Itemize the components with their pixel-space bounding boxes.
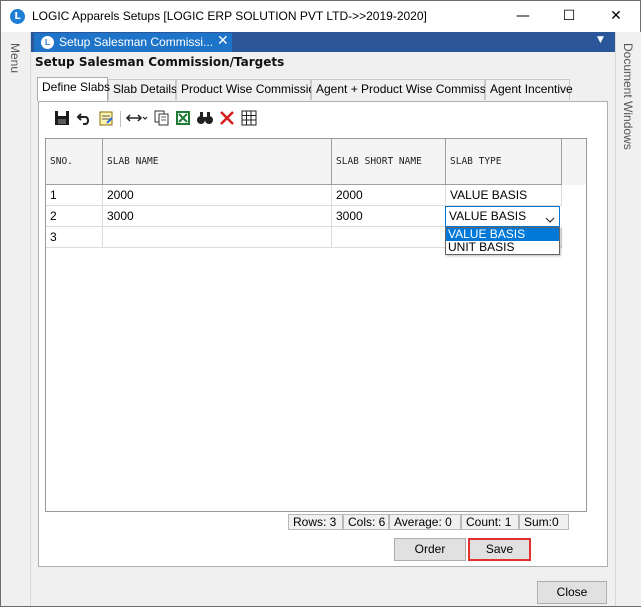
cell-slab-name[interactable] xyxy=(103,227,332,248)
cell-sno[interactable]: 3 xyxy=(46,227,103,248)
column-header-slab-name[interactable]: SLAB NAME xyxy=(103,139,332,185)
tab-define-slabs[interactable]: Define Slabs xyxy=(37,77,110,101)
slab-type-dropdown-list[interactable]: VALUE BASIS UNIT BASIS xyxy=(445,227,560,255)
table-row[interactable]: 1 2000 2000 VALUE BASIS xyxy=(46,185,586,206)
window-title: LOGIC Apparels Setups [LOGIC ERP SOLUTIO… xyxy=(32,9,427,23)
grid-icon[interactable] xyxy=(240,109,260,129)
status-sum: Sum:0 xyxy=(519,514,569,530)
minimize-button[interactable]: — xyxy=(500,1,546,32)
main-window: L LOGIC Apparels Setups [LOGIC ERP SOLUT… xyxy=(0,0,641,607)
doc-tab-logo-icon: L xyxy=(41,36,54,49)
toolbar xyxy=(45,109,275,131)
order-button[interactable]: Order xyxy=(394,538,466,561)
notes-icon[interactable] xyxy=(97,109,117,129)
status-average: Average: 0 xyxy=(389,514,461,530)
title-bar: L LOGIC Apparels Setups [LOGIC ERP SOLUT… xyxy=(1,1,640,32)
tab-agent-incentive[interactable]: Agent Incentive xyxy=(485,79,573,100)
cell-slab-short-name[interactable] xyxy=(332,227,446,248)
cell-slab-short-name[interactable]: 2000 xyxy=(332,185,446,206)
maximize-button[interactable]: ☐ xyxy=(546,1,592,32)
copy-icon[interactable] xyxy=(152,109,172,129)
excel-icon[interactable] xyxy=(174,109,194,129)
grid-header: SNO. SLAB NAME SLAB SHORT NAME SLAB TYPE xyxy=(46,139,586,185)
column-header-slab-type[interactable]: SLAB TYPE xyxy=(446,139,562,185)
app-logo-icon: L xyxy=(10,9,25,24)
undo-icon[interactable] xyxy=(75,109,95,129)
column-header-slab-short-name[interactable]: SLAB SHORT NAME xyxy=(332,139,446,185)
menu-side-panel[interactable] xyxy=(1,32,31,606)
delete-icon[interactable] xyxy=(218,109,238,129)
cell-slab-type[interactable]: VALUE BASIS xyxy=(446,185,562,206)
column-header-sno[interactable]: SNO. xyxy=(46,139,103,185)
tab-slab-details[interactable]: Slab Details xyxy=(108,79,177,100)
form-area: Setup Salesman Commission/Targets Define… xyxy=(31,52,615,575)
form-heading: Setup Salesman Commission/Targets xyxy=(35,55,285,69)
table-row[interactable]: 2 3000 3000 VALUE BASIS xyxy=(46,206,586,227)
tab-product-wise-commission[interactable]: Product Wise Commission xyxy=(176,79,322,100)
doc-tab-label: Setup Salesman Commissi... xyxy=(59,35,214,49)
cell-slab-short-name[interactable]: 3000 xyxy=(332,206,446,227)
document-windows-label[interactable]: Document Windows xyxy=(621,43,635,150)
status-cols: Cols: 6 xyxy=(343,514,389,530)
slab-type-combobox-value: VALUE BASIS xyxy=(449,209,527,223)
slabs-grid[interactable]: SNO. SLAB NAME SLAB SHORT NAME SLAB TYPE… xyxy=(45,138,587,512)
menu-panel-label[interactable]: Menu xyxy=(8,43,22,73)
doc-tab-close-icon[interactable]: ✕ xyxy=(217,33,229,49)
slab-type-combobox[interactable]: VALUE BASIS xyxy=(445,206,560,227)
cell-sno[interactable]: 2 xyxy=(46,206,103,227)
cell-slab-name[interactable]: 2000 xyxy=(103,185,332,206)
doc-tab-setup-salesman[interactable]: L Setup Salesman Commissi... ✕ xyxy=(34,33,232,52)
cell-sno[interactable]: 1 xyxy=(46,185,103,206)
status-count: Count: 1 xyxy=(461,514,519,530)
tab-agent-product-wise-commission[interactable]: Agent + Product Wise Commission xyxy=(311,79,502,100)
chevron-down-icon[interactable] xyxy=(545,213,555,227)
close-window-button[interactable]: ✕ xyxy=(593,1,639,32)
grid-status-bar: Rows: 3 Cols: 6 Average: 0 Count: 1 Sum:… xyxy=(288,514,584,530)
find-icon[interactable] xyxy=(196,109,216,129)
save-icon[interactable] xyxy=(53,109,73,129)
save-button[interactable]: Save xyxy=(468,538,531,561)
document-tab-bar: L Setup Salesman Commissi... ✕ ▼ xyxy=(31,32,615,52)
close-button[interactable]: Close xyxy=(537,581,607,604)
doc-tab-menu-arrow-icon[interactable]: ▼ xyxy=(597,35,604,45)
toolbar-separator xyxy=(120,111,121,127)
dropdown-option-unit-basis[interactable]: UNIT BASIS xyxy=(446,241,559,254)
define-slabs-panel: SNO. SLAB NAME SLAB SHORT NAME SLAB TYPE… xyxy=(38,101,608,567)
resize-columns-icon[interactable] xyxy=(125,109,149,129)
cell-slab-name[interactable]: 3000 xyxy=(103,206,332,227)
status-rows: Rows: 3 xyxy=(288,514,343,530)
